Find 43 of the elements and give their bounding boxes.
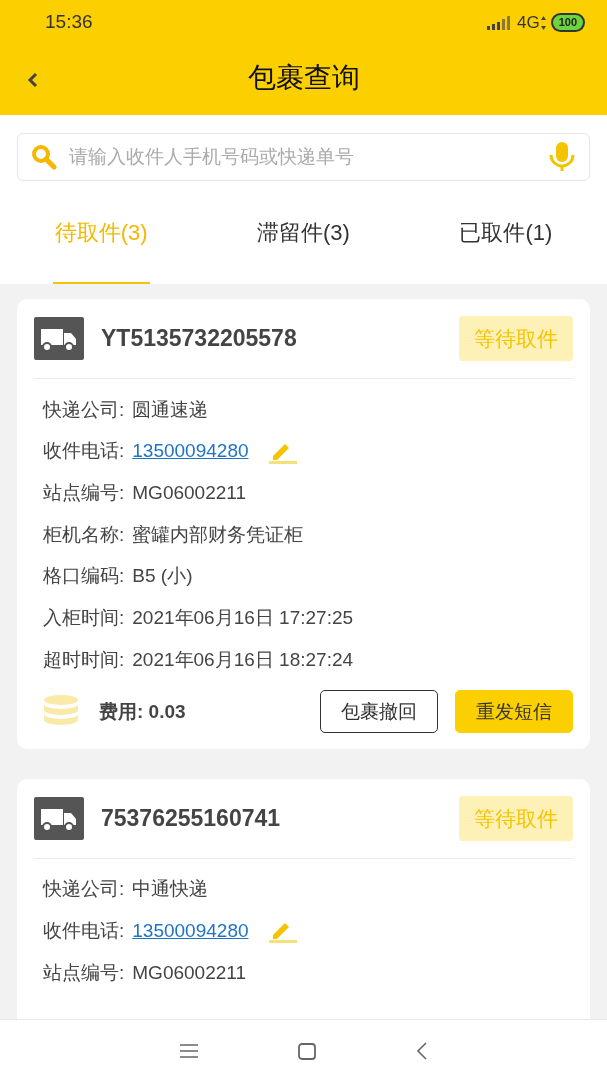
menu-icon[interactable] — [179, 1044, 198, 1058]
data-arrows-icon — [539, 15, 547, 30]
battery-indicator: 100 — [550, 13, 585, 32]
network-type: 4G — [516, 11, 540, 34]
tab[interactable]: 滞留件(3) — [255, 183, 352, 284]
field-label: 超时时间: — [43, 647, 125, 672]
field-label: 柜机名称: — [43, 522, 125, 547]
field-value: MG06002211 — [132, 960, 246, 985]
signal-icon — [486, 15, 511, 30]
field-value: 蜜罐内部财务凭证柜 — [132, 522, 304, 547]
field-label: 格口编码: — [43, 564, 125, 589]
field-value: B5 (小) — [132, 564, 193, 589]
recall-button[interactable]: 包裹撤回 — [320, 690, 438, 734]
field-label: 收件电话: — [43, 439, 125, 464]
field-value: 中通快递 — [132, 877, 209, 902]
page-title: 包裹查询 — [247, 61, 360, 95]
status-time: 15:36 — [45, 10, 93, 35]
truck-icon — [34, 796, 84, 840]
field-label: 入柜时间: — [43, 606, 125, 631]
tab[interactable]: 已取件(1) — [457, 183, 555, 284]
tracking-number: YT5135732205578 — [101, 324, 297, 354]
field-label: 站点编号: — [43, 480, 125, 505]
truck-icon — [34, 317, 84, 360]
field-label: 站点编号: — [43, 960, 125, 985]
status-badge: 等待取件 — [459, 795, 573, 842]
back-icon[interactable] — [27, 72, 39, 88]
status-badge: 等待取件 — [459, 315, 573, 362]
field-label: 快递公司: — [43, 877, 125, 902]
field-label: 快递公司: — [43, 397, 125, 422]
back-nav-icon[interactable] — [415, 1042, 428, 1060]
field-label: 收件电话: — [43, 919, 125, 944]
phone-link[interactable]: 13500094280 — [132, 917, 249, 946]
home-icon[interactable] — [297, 1042, 316, 1060]
field-value: 圆通速递 — [132, 397, 209, 422]
fee-amount: 费用: 0.03 — [99, 699, 186, 724]
field-value: 2021年06月16日 18:27:24 — [132, 647, 354, 672]
field-value: 2021年06月16日 17:27:25 — [132, 606, 354, 631]
tracking-number: 75376255160741 — [101, 804, 281, 834]
resend-sms-button[interactable]: 重发短信 — [455, 690, 573, 734]
search-field[interactable]: 请输入收件人手机号码或快递单号 — [17, 133, 590, 181]
search-icon — [31, 144, 57, 170]
field-value: MG06002211 — [132, 480, 246, 505]
phone-link[interactable]: 13500094280 — [132, 437, 249, 466]
